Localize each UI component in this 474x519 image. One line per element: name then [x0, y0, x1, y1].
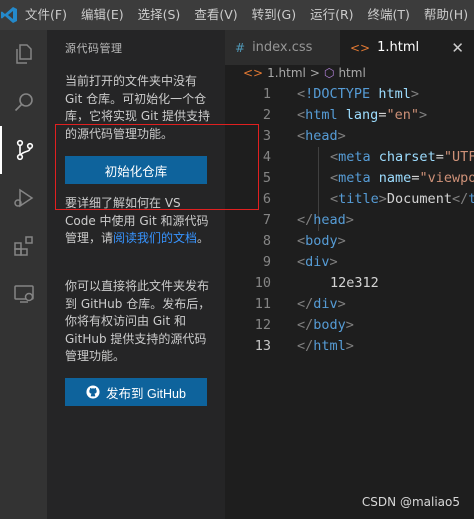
menu-selection[interactable]: 选择(S): [131, 0, 188, 30]
menu-edit[interactable]: 编辑(E): [74, 0, 131, 30]
run-debug-icon[interactable]: [0, 174, 47, 222]
code-text: </html>: [297, 338, 354, 354]
menu-terminal[interactable]: 终端(T): [361, 0, 417, 30]
code-editor[interactable]: 1 <!DOCTYPE html> 2 <html lang="en"> 3 <head>…: [225, 84, 474, 519]
line-number: 6: [262, 191, 271, 207]
code-line[interactable]: 9 <div>: [225, 252, 474, 273]
sidebar-title: 源代码管理: [65, 42, 123, 55]
css-file-icon: #: [235, 40, 246, 55]
breadcrumb-node[interactable]: html: [338, 66, 365, 80]
line-number: 9: [262, 254, 271, 270]
breadcrumb-separator: >: [309, 66, 320, 80]
html-file-icon: <>: [350, 40, 371, 55]
menu-help[interactable]: 帮助(H): [417, 0, 474, 30]
github-icon: [86, 385, 100, 399]
no-repo-message: 当前打开的文件夹中没有 Git 仓库。可初始化一个仓库，它将实现 Git 提供支…: [65, 74, 210, 141]
code-text: <meta charset="UTF-8">: [330, 149, 474, 165]
initialize-repository-button[interactable]: 初始化仓库: [65, 156, 207, 184]
code-line[interactable]: 5 <meta name="viewport">: [225, 168, 474, 189]
line-number: 8: [262, 233, 271, 249]
line-number: 1: [262, 86, 271, 102]
code-line[interactable]: 1 <!DOCTYPE html>: [225, 84, 474, 105]
code-text: <div>: [297, 254, 338, 270]
code-line[interactable]: 6 <title>Document</title>: [225, 189, 474, 210]
code-line[interactable]: 10 12e312: [225, 273, 474, 294]
remote-explorer-icon[interactable]: [0, 270, 47, 318]
tab-label: index.css: [252, 40, 313, 55]
symbol-icon: ⬡: [323, 66, 335, 80]
line-number: 4: [262, 149, 271, 165]
code-line[interactable]: 11 </div>: [225, 294, 474, 315]
line-number: 7: [262, 212, 271, 228]
line-number: 12: [254, 317, 271, 333]
code-line[interactable]: 2 <html lang="en">: [225, 105, 474, 126]
line-number: 11: [254, 296, 271, 312]
tab-1-html[interactable]: <> 1.html ✕: [340, 30, 474, 65]
read-docs-link[interactable]: 阅读我们的文档: [113, 231, 197, 245]
code-text: <body>: [297, 233, 346, 249]
learn-more-text: 要详细了解如何在 VS Code 中使用 Git 和源代码管理，请阅读我们的文档…: [65, 195, 215, 248]
code-text: 12e312: [330, 275, 379, 291]
activity-bar: [0, 30, 47, 519]
code-text: <head>: [297, 128, 346, 144]
menu-go[interactable]: 转到(G): [245, 0, 303, 30]
code-line[interactable]: 3 <head>: [225, 126, 474, 147]
code-text: <meta name="viewport">: [330, 170, 474, 186]
code-line[interactable]: 12 </body>: [225, 315, 474, 336]
source-control-sidebar: 源代码管理 当前打开的文件夹中没有 Git 仓库。可初始化一个仓库，它将实现 G…: [47, 30, 225, 519]
publish-message: 你可以直接将此文件夹发布到 GitHub 仓库。发布后，你将有权访问由 Git …: [65, 279, 211, 363]
source-control-icon[interactable]: [0, 126, 47, 174]
title-bar: 文件(F) 编辑(E) 选择(S) 查看(V) 转到(G) 运行(R) 终端(T…: [0, 0, 474, 30]
publish-button-label: 发布到 GitHub: [106, 386, 186, 401]
tab-label: 1.html: [377, 40, 420, 55]
publish-to-github-button[interactable]: 发布到 GitHub: [65, 378, 207, 406]
line-number: 10: [254, 275, 271, 291]
extensions-icon[interactable]: [0, 222, 47, 270]
line-number: 2: [262, 107, 271, 123]
code-text: </body>: [297, 317, 354, 333]
code-line[interactable]: 4 <meta charset="UTF-8">: [225, 147, 474, 168]
close-icon[interactable]: ✕: [451, 39, 464, 57]
learn-more-suffix: 。: [197, 231, 210, 245]
vscode-logo-icon: [0, 0, 18, 30]
watermark: CSDN @maliao5: [361, 495, 460, 509]
code-line[interactable]: 13 </html>: [225, 336, 474, 357]
menu-bar: 文件(F) 编辑(E) 选择(S) 查看(V) 转到(G) 运行(R) 终端(T…: [18, 0, 474, 30]
code-line[interactable]: 7 </head>: [225, 210, 474, 231]
code-text: <!DOCTYPE html>: [297, 86, 419, 102]
line-number: 13: [254, 338, 271, 354]
tab-index-css[interactable]: # index.css: [225, 30, 340, 65]
line-number: 3: [262, 128, 271, 144]
breadcrumb-file[interactable]: 1.html: [267, 66, 306, 80]
menu-file[interactable]: 文件(F): [18, 0, 74, 30]
editor-tabs: # index.css <> 1.html ✕: [225, 30, 474, 65]
breadcrumb: <> 1.html > ⬡ html: [225, 65, 474, 81]
search-icon[interactable]: [0, 78, 47, 126]
code-text: <html lang="en">: [297, 107, 428, 123]
menu-run[interactable]: 运行(R): [303, 0, 360, 30]
code-line[interactable]: 8 <body>: [225, 231, 474, 252]
code-text: </head>: [297, 212, 354, 228]
menu-view[interactable]: 查看(V): [187, 0, 244, 30]
code-text: </div>: [297, 296, 346, 312]
code-text: <title>Document</title>: [330, 191, 474, 207]
explorer-icon[interactable]: [0, 30, 47, 78]
line-number: 5: [262, 170, 271, 186]
html-file-icon: <>: [243, 66, 264, 80]
